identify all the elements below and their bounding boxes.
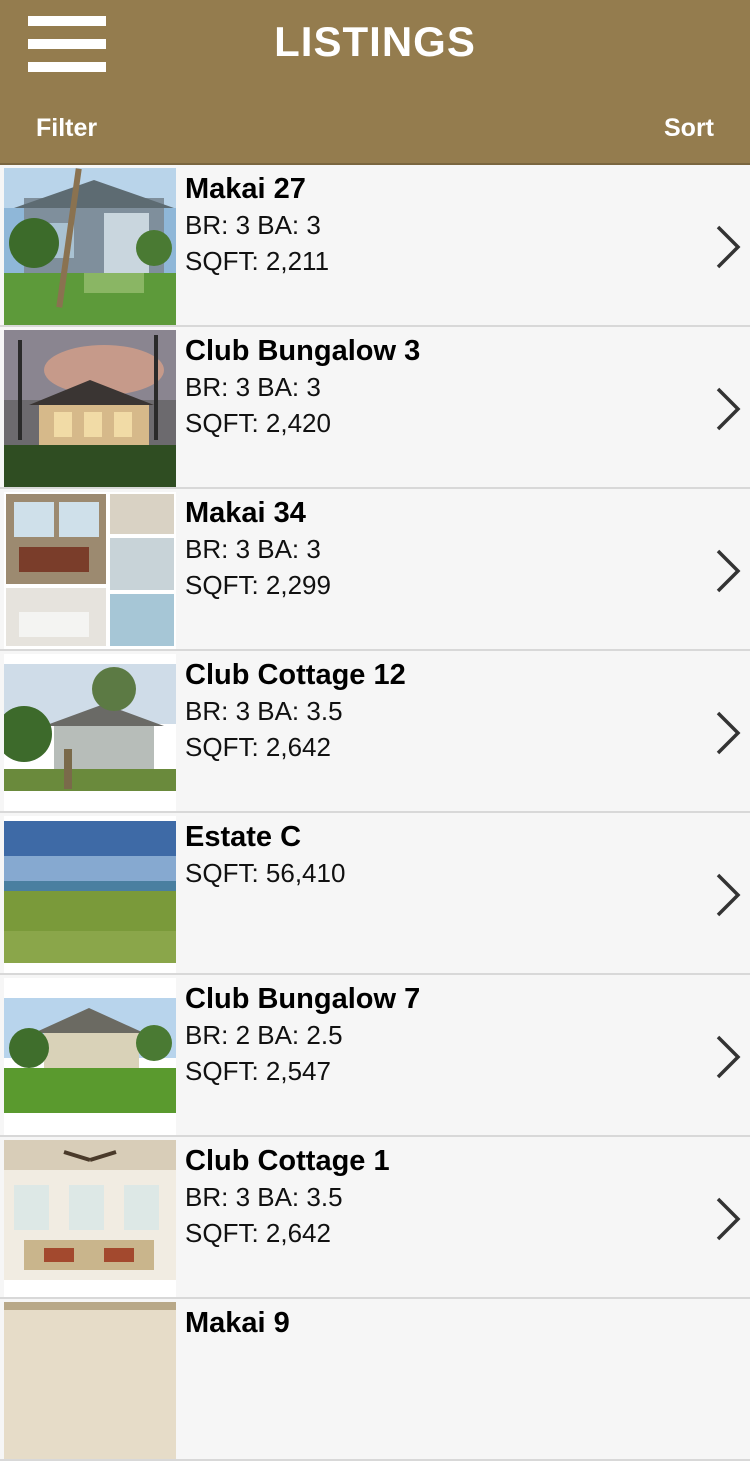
sort-button[interactable]: Sort (664, 114, 714, 143)
listing-name: Club Cottage 12 (185, 659, 406, 691)
listing-rooms: BR: 2 BA: 2.5 (185, 1020, 343, 1050)
listing-name: Club Bungalow 3 (185, 335, 421, 367)
app-header: LISTINGS Filter Sort (0, 0, 750, 165)
list-item[interactable]: Club Bungalow 7 BR: 2 BA: 2.5 SQFT: 2,54… (0, 975, 750, 1137)
listing-sqft: SQFT: 2,211 (185, 246, 330, 276)
listing-name: Makai 34 (185, 497, 306, 529)
list-item[interactable]: Club Bungalow 3 BR: 3 BA: 3 SQFT: 2,420 (0, 327, 750, 489)
listing-photo (4, 492, 176, 649)
listing-sqft: SQFT: 2,547 (185, 1056, 331, 1086)
listing-name: Makai 9 (185, 1307, 290, 1339)
listing-rooms: BR: 3 BA: 3 (185, 210, 321, 240)
listing-photo (4, 168, 176, 325)
listing-rooms: BR: 3 BA: 3.5 (185, 696, 343, 726)
listing-rooms: BR: 3 BA: 3.5 (185, 1182, 343, 1212)
listing-info: Club Bungalow 7 BR: 2 BA: 2.5 SQFT: 2,54… (185, 981, 420, 1089)
chevron-right-icon (716, 225, 741, 269)
listing-photo (4, 816, 176, 973)
listing-rooms: BR: 3 BA: 3 (185, 534, 321, 564)
listing-sqft: SQFT: 56,410 (185, 858, 346, 888)
filter-button[interactable]: Filter (36, 114, 97, 143)
chevron-right-icon (716, 873, 741, 917)
listing-name: Estate C (185, 821, 302, 853)
listing-info: Club Bungalow 3 BR: 3 BA: 3 SQFT: 2,420 (185, 333, 420, 441)
list-item[interactable]: Club Cottage 12 BR: 3 BA: 3.5 SQFT: 2,64… (0, 651, 750, 813)
listing-photo (4, 654, 176, 811)
list-item[interactable]: Makai 9 (0, 1299, 750, 1461)
listing-info: Makai 9 (185, 1305, 290, 1341)
listing-photo (4, 1302, 176, 1459)
chevron-right-icon (716, 1035, 741, 1079)
listing-name: Makai 27 (185, 173, 306, 205)
listing-rooms: BR: 3 BA: 3 (185, 372, 321, 402)
chevron-right-icon (716, 387, 741, 431)
listing-photo (4, 1140, 176, 1297)
listing-info: Club Cottage 12 BR: 3 BA: 3.5 SQFT: 2,64… (185, 657, 406, 765)
listing-sqft: SQFT: 2,642 (185, 1218, 331, 1248)
listing-photo (4, 978, 176, 1135)
listing-info: Makai 27 BR: 3 BA: 3 SQFT: 2,211 (185, 171, 329, 279)
listing-photo (4, 330, 176, 487)
listing-sqft: SQFT: 2,299 (185, 570, 331, 600)
listings-list: Makai 27 BR: 3 BA: 3 SQFT: 2,211 Club Bu… (0, 165, 750, 1461)
chevron-right-icon (716, 1197, 741, 1241)
listing-sqft: SQFT: 2,642 (185, 732, 331, 762)
list-item[interactable]: Estate C SQFT: 56,410 (0, 813, 750, 975)
listing-info: Estate C SQFT: 56,410 (185, 819, 345, 891)
chevron-right-icon (716, 711, 741, 755)
chevron-right-icon (716, 549, 741, 593)
listing-info: Makai 34 BR: 3 BA: 3 SQFT: 2,299 (185, 495, 331, 603)
listing-name: Club Bungalow 7 (185, 983, 421, 1015)
listing-sqft: SQFT: 2,420 (185, 408, 331, 438)
list-item[interactable]: Club Cottage 1 BR: 3 BA: 3.5 SQFT: 2,642 (0, 1137, 750, 1299)
page-title: LISTINGS (274, 18, 476, 65)
list-item[interactable]: Makai 27 BR: 3 BA: 3 SQFT: 2,211 (0, 165, 750, 327)
listing-info: Club Cottage 1 BR: 3 BA: 3.5 SQFT: 2,642 (185, 1143, 390, 1251)
list-item[interactable]: Makai 34 BR: 3 BA: 3 SQFT: 2,299 (0, 489, 750, 651)
listing-name: Club Cottage 1 (185, 1145, 390, 1177)
